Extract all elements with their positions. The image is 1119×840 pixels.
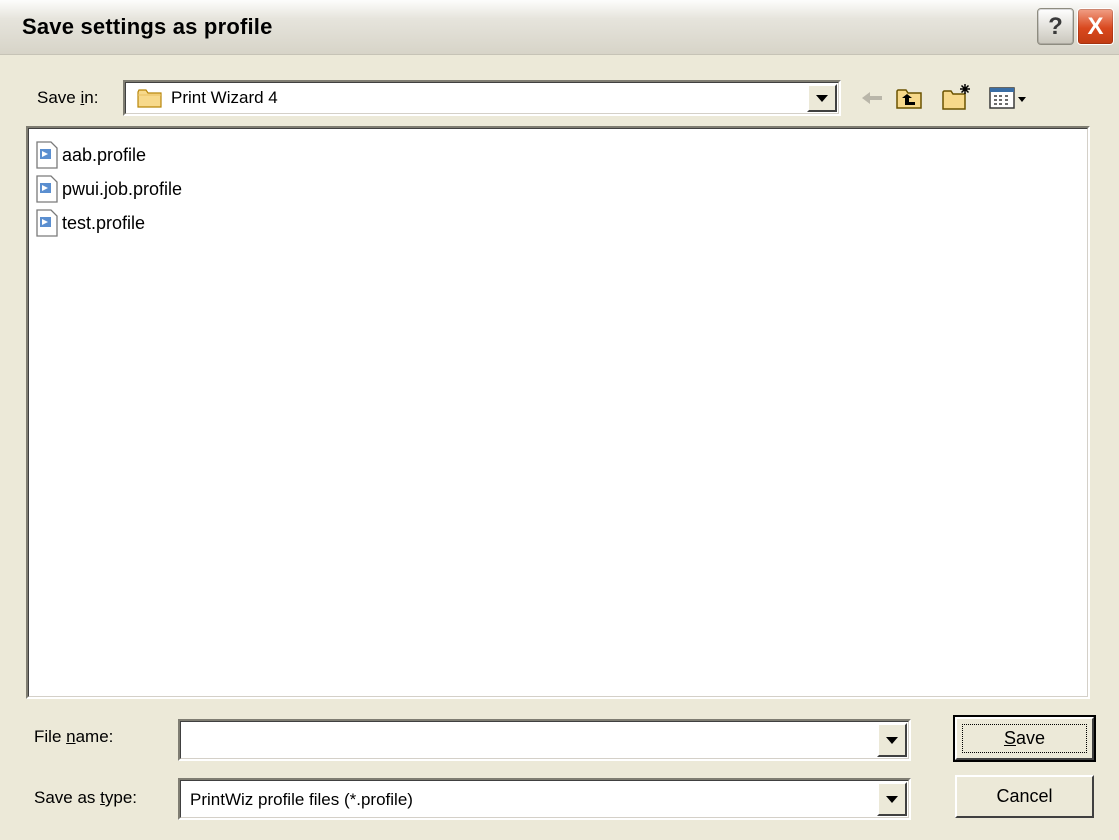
profile-file-icon	[36, 209, 58, 237]
save-as-type-value: PrintWiz profile files (*.profile)	[190, 790, 413, 809]
file-name: aab.profile	[62, 144, 147, 165]
dialog-title: Save settings as profile	[22, 14, 273, 39]
save-in-combo-content: Print Wizard 4	[137, 87, 278, 109]
new-folder-icon	[942, 84, 970, 110]
chevron-down-icon	[886, 736, 898, 744]
back-arrow-icon	[862, 92, 882, 104]
save-as-type-select[interactable]: PrintWiz profile files (*.profile)	[178, 778, 911, 820]
back-button[interactable]	[858, 84, 886, 112]
title-bar[interactable]: Save settings as profile ? X	[0, 0, 1119, 55]
file-list[interactable]: aab.profile pwui.job.profile test.profil…	[26, 126, 1090, 699]
close-button[interactable]: X	[1077, 8, 1114, 45]
profile-file-icon	[36, 141, 58, 169]
save-button[interactable]: Save	[953, 715, 1096, 762]
file-name-label: File name:	[34, 727, 113, 747]
save-as-type-label: Save as type:	[34, 788, 137, 808]
save-as-type-label-prefix: Save as	[34, 788, 101, 807]
up-one-level-icon	[896, 89, 922, 109]
help-icon: ?	[1048, 12, 1063, 40]
save-as-type-label-suffix: ype:	[104, 788, 138, 807]
file-name-label-prefix: File	[34, 727, 67, 746]
file-name: pwui.job.profile	[62, 178, 183, 199]
view-menu-icon	[989, 87, 1026, 109]
file-name-dropdown-button[interactable]	[877, 723, 907, 757]
list-item[interactable]: aab.profile	[36, 140, 146, 170]
save-in-dropdown-button[interactable]	[807, 84, 837, 112]
focus-rect	[962, 724, 1087, 753]
file-name: test.profile	[62, 212, 146, 233]
new-folder-button[interactable]	[940, 80, 974, 114]
up-one-level-button[interactable]	[893, 82, 925, 114]
file-name-label-suffix: ame:	[75, 727, 114, 746]
view-menu-button[interactable]	[984, 82, 1038, 114]
file-name-field[interactable]	[178, 719, 911, 761]
save-in-label: Save in:	[37, 88, 98, 108]
chevron-down-icon	[816, 94, 828, 102]
folder-icon	[137, 89, 162, 108]
cancel-button[interactable]: Cancel	[955, 775, 1094, 818]
save-in-combo[interactable]: Print Wizard 4	[123, 80, 841, 116]
profile-file-icon	[36, 175, 58, 203]
save-in-label-suffix: n:	[84, 88, 99, 107]
save-in-value: Print Wizard 4	[171, 88, 278, 107]
close-icon: X	[1087, 12, 1104, 40]
chevron-down-icon	[886, 795, 898, 803]
list-item[interactable]: pwui.job.profile	[36, 174, 182, 204]
cancel-button-label: Cancel	[996, 786, 1053, 806]
save-in-label-prefix: Save	[37, 88, 81, 107]
list-item[interactable]: test.profile	[36, 208, 145, 238]
save-as-type-dropdown-button[interactable]	[877, 782, 907, 816]
help-button[interactable]: ?	[1037, 8, 1074, 45]
file-name-label-accel: n	[66, 727, 76, 746]
